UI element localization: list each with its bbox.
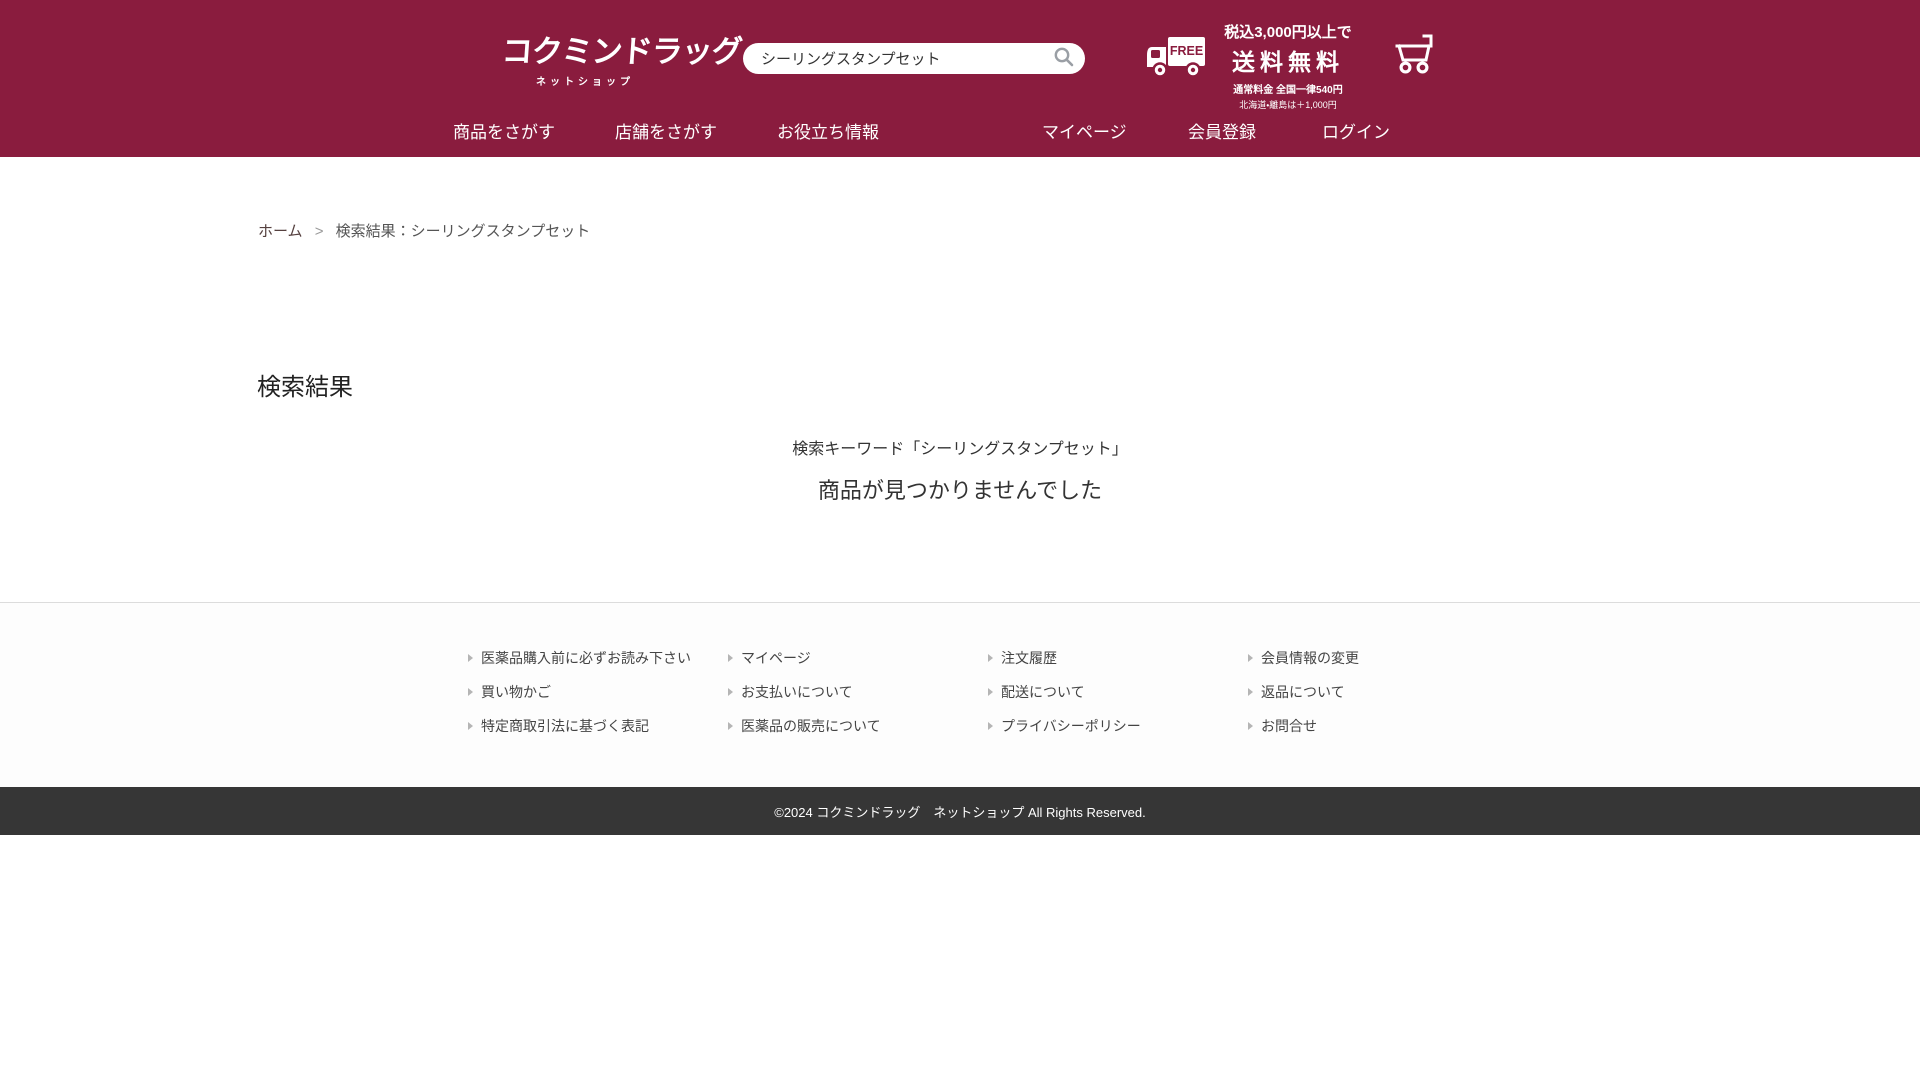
- triangle-right-icon: [468, 688, 473, 696]
- shipping-remote-fee: 北海道・離島は＋1,000円: [1239, 100, 1337, 110]
- footer-link-label: 注文履歴: [1001, 650, 1057, 666]
- free-shipping-banner: 税込3,000円以上で 送料無料 通常料金 全国一律540円 北海道・離島は＋1…: [1210, 21, 1366, 111]
- footer-link-label: お支払いについて: [741, 684, 853, 700]
- search-button[interactable]: [1051, 43, 1085, 74]
- copyright-text: ©2024 コクミンドラッグ ネットショップ All Rights Reserv…: [774, 804, 1146, 820]
- magnifier-icon: [1053, 46, 1075, 71]
- breadcrumb: ホーム > 検索結果：シーリングスタンプセット: [258, 220, 590, 241]
- triangle-right-icon: [988, 722, 993, 730]
- footer-column-3: 注文履歴 配送について プライバシーポリシー: [988, 641, 1141, 743]
- footer-link-drug-notice[interactable]: 医薬品購入前に必ずお読み下さい: [468, 641, 691, 675]
- main-nav: 商品をさがす 店舗をさがす お役立ち情報 マイページ 会員登録 ログイン: [0, 112, 1920, 146]
- footer-link-label: 返品について: [1261, 684, 1345, 700]
- nav-item-register[interactable]: 会員登録: [1188, 118, 1256, 143]
- free-label: FREE: [1170, 44, 1203, 58]
- site-footer: 医薬品購入前に必ずお読み下さい 買い物かご 特定商取引法に基づく表記 マイページ…: [0, 602, 1920, 835]
- triangle-right-icon: [1248, 654, 1253, 662]
- shipping-threshold: 税込3,000円以上で: [1224, 24, 1352, 41]
- footer-link-order-history[interactable]: 注文履歴: [988, 641, 1141, 675]
- search-input[interactable]: [743, 50, 1051, 67]
- shopping-cart-icon: [1393, 34, 1439, 81]
- footer-column-1: 医薬品購入前に必ずお読み下さい 買い物かご 特定商取引法に基づく表記: [468, 641, 691, 743]
- triangle-right-icon: [728, 688, 733, 696]
- shipping-free-text: 送料無料: [1232, 49, 1344, 75]
- search-results-page: ホーム > 検索結果：シーリングスタンプセット 検索結果 検索キーワード「シーリ…: [0, 157, 1920, 602]
- search-keyword-text: 検索キーワード「シーリングスタンプセット」: [792, 441, 1128, 458]
- footer-link-payment[interactable]: お支払いについて: [728, 675, 881, 709]
- footer-link-label: 医薬品購入前に必ずお読み下さい: [481, 650, 691, 666]
- triangle-right-icon: [728, 722, 733, 730]
- site-logo[interactable]: コクミンドラッグ ネットショップ: [500, 26, 744, 88]
- nav-item-useful-info[interactable]: お役立ち情報: [777, 118, 879, 143]
- footer-link-label: マイページ: [741, 650, 811, 666]
- no-results-message: 商品が見つかりませんでした: [817, 478, 1103, 503]
- footer-link-contact[interactable]: お問合せ: [1248, 709, 1359, 743]
- site-logo-subtitle: ネットショップ: [536, 77, 634, 88]
- breadcrumb-current: 検索結果：シーリングスタンプセット: [335, 223, 591, 240]
- footer-link-commerce-law[interactable]: 特定商取引法に基づく表記: [468, 709, 691, 743]
- copyright-bar: ©2024 コクミンドラッグ ネットショップ All Rights Reserv…: [0, 787, 1920, 835]
- footer-link-mypage[interactable]: マイページ: [728, 641, 881, 675]
- nav-item-search-products[interactable]: 商品をさがす: [453, 118, 555, 143]
- site-logo-title: コクミンドラッグ: [500, 34, 744, 69]
- breadcrumb-home-link[interactable]: ホーム: [258, 223, 303, 240]
- page-title: 検索結果: [257, 374, 353, 401]
- triangle-right-icon: [468, 654, 473, 662]
- delivery-truck-icon: FREE: [1146, 34, 1208, 85]
- triangle-right-icon: [468, 722, 473, 730]
- footer-link-label: 買い物かご: [481, 684, 551, 700]
- footer-link-label: 会員情報の変更: [1261, 650, 1359, 666]
- footer-link-returns[interactable]: 返品について: [1248, 675, 1359, 709]
- nav-item-find-stores[interactable]: 店舗をさがす: [615, 118, 717, 143]
- breadcrumb-separator: >: [314, 223, 324, 240]
- nav-item-mypage[interactable]: マイページ: [1042, 118, 1127, 143]
- site-header: コクミンドラッグ ネットショップ FREE 税込3,000円以上で: [0, 0, 1920, 157]
- footer-link-member-info[interactable]: 会員情報の変更: [1248, 641, 1359, 675]
- triangle-right-icon: [1248, 722, 1253, 730]
- triangle-right-icon: [1248, 688, 1253, 696]
- footer-link-delivery[interactable]: 配送について: [988, 675, 1141, 709]
- search-box: [743, 43, 1085, 74]
- nav-item-login[interactable]: ログイン: [1322, 118, 1390, 143]
- triangle-right-icon: [988, 654, 993, 662]
- footer-link-label: 配送について: [1001, 684, 1085, 700]
- footer-link-label: お問合せ: [1261, 718, 1317, 734]
- footer-link-label: プライバシーポリシー: [1001, 718, 1141, 734]
- footer-link-cart[interactable]: 買い物かご: [468, 675, 691, 709]
- footer-link-grid: 医薬品購入前に必ずお読み下さい 買い物かご 特定商取引法に基づく表記 マイページ…: [0, 602, 1920, 787]
- cart-button[interactable]: [1393, 31, 1439, 82]
- triangle-right-icon: [728, 654, 733, 662]
- footer-link-label: 医薬品の販売について: [741, 718, 881, 734]
- triangle-right-icon: [988, 688, 993, 696]
- footer-link-drug-sales[interactable]: 医薬品の販売について: [728, 709, 881, 743]
- footer-link-label: 特定商取引法に基づく表記: [481, 718, 649, 734]
- footer-link-privacy-policy[interactable]: プライバシーポリシー: [988, 709, 1141, 743]
- shipping-normal-fee: 通常料金 全国一律540円: [1233, 85, 1343, 96]
- footer-column-2: マイページ お支払いについて 医薬品の販売について: [728, 641, 881, 743]
- footer-column-4: 会員情報の変更 返品について お問合せ: [1248, 641, 1359, 743]
